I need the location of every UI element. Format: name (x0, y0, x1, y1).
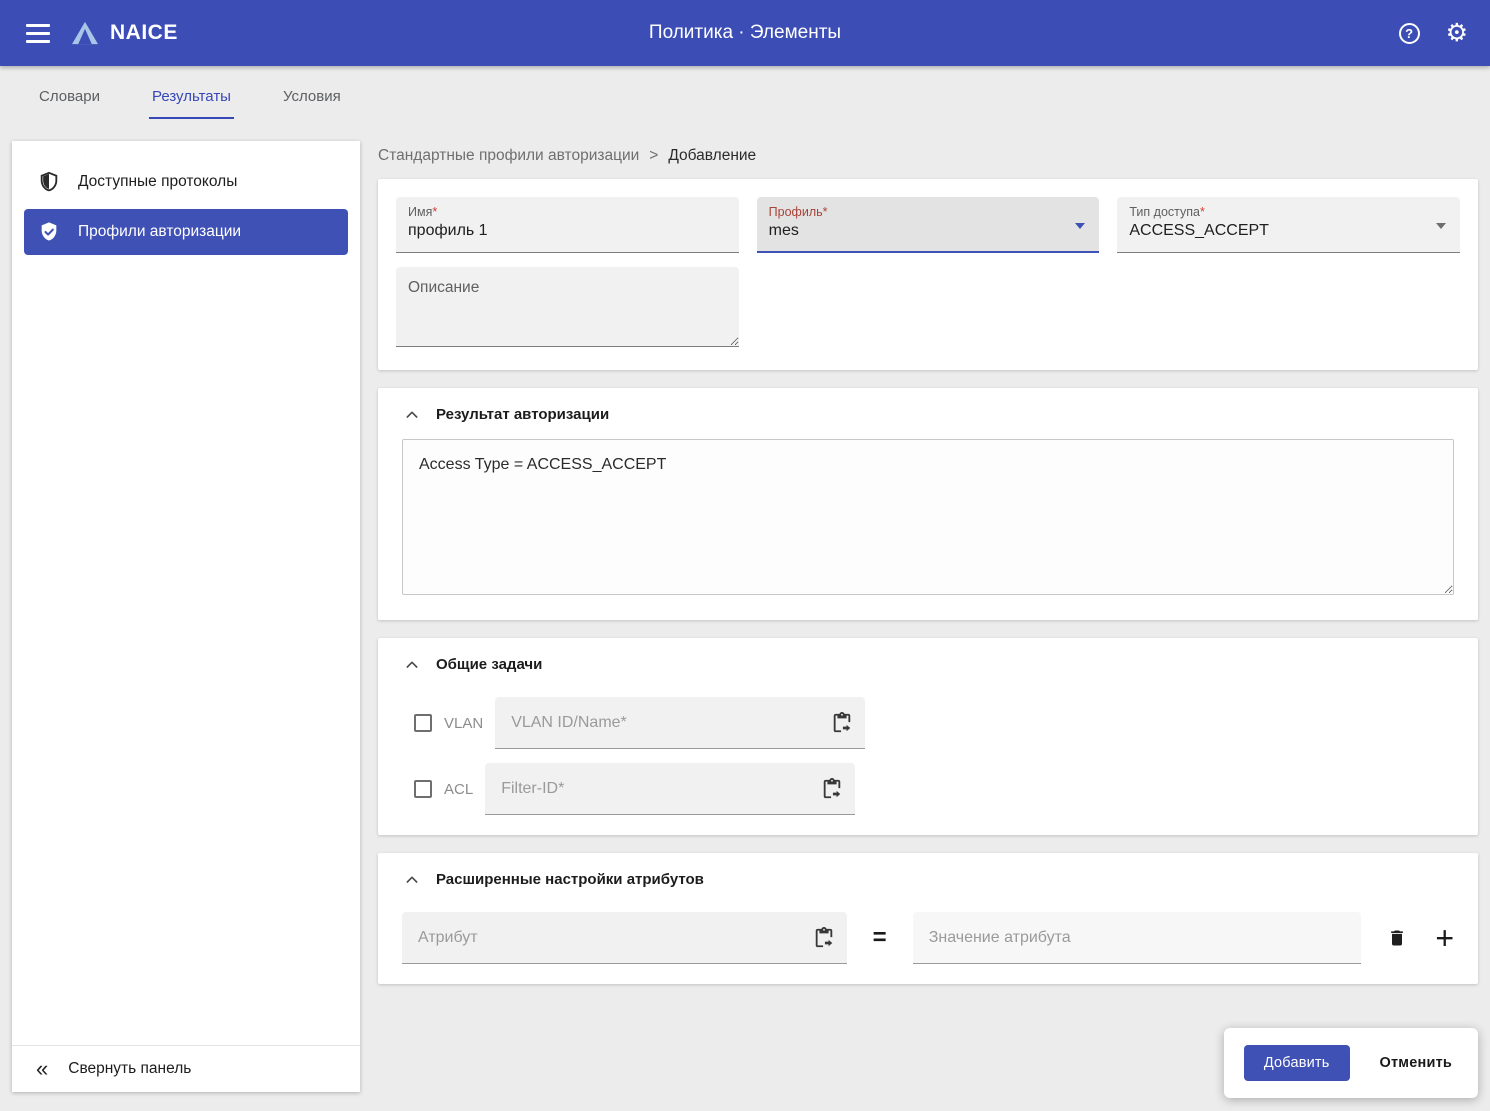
tab-dictionaries[interactable]: Словари (36, 76, 103, 119)
cancel-button[interactable]: Отменить (1374, 1054, 1458, 1072)
sidebar-item-label: Профили авторизации (78, 223, 242, 240)
sidebar-item-protocols[interactable]: Доступные протоколы (24, 159, 348, 205)
breadcrumb-parent-link[interactable]: Стандартные профили авторизации (378, 147, 639, 165)
attribute-input-wrap (402, 912, 847, 964)
profile-select-label: Профиль* (768, 205, 828, 219)
double-chevron-left-icon: « (36, 1056, 49, 1081)
collapse-section-button[interactable] (404, 657, 420, 673)
attribute-input[interactable] (416, 927, 805, 948)
vlan-input[interactable] (509, 712, 824, 733)
help-icon[interactable]: ? (1398, 22, 1420, 44)
collapse-panel-button[interactable]: « Свернуть панель (12, 1045, 360, 1092)
equals-sign: = (872, 924, 887, 951)
breadcrumb: Стандартные профили авторизации > Добавл… (378, 147, 1478, 165)
vlan-row: VLAN (402, 697, 1454, 749)
name-input[interactable] (408, 222, 727, 240)
sidebar-list: Доступные протоколы Профили авторизации (12, 141, 360, 273)
section-title: Общие задачи (436, 656, 543, 673)
profile-form-card: Имя* Профиль* mes Тип доступа* ACCESS_AC… (378, 179, 1478, 370)
advanced-attrs-card: Расширенные настройки атрибутов = + (378, 853, 1478, 984)
trash-icon (1391, 930, 1404, 946)
paste-icon[interactable] (813, 926, 835, 949)
page-title: Политика · Элементы (648, 22, 842, 43)
vlan-checkbox[interactable] (414, 714, 432, 732)
top-tabs: Словари Результаты Условия (0, 66, 344, 119)
paste-icon[interactable] (831, 711, 853, 734)
gear-icon[interactable]: ⚙ (1446, 20, 1468, 46)
name-field-label: Имя* (408, 205, 438, 219)
chevron-up-icon (406, 876, 418, 883)
acl-label: ACL (444, 780, 474, 798)
attribute-row: = + (402, 912, 1454, 964)
app-bar: NAICE Политика · Элементы ? ⚙ (0, 0, 1490, 66)
delete-row-button[interactable] (1387, 927, 1407, 949)
attribute-value-wrap (912, 912, 1362, 964)
sidebar-item-auth-profiles[interactable]: Профили авторизации (24, 209, 348, 255)
chevron-down-icon (1075, 223, 1086, 229)
main-content: Стандартные профили авторизации > Добавл… (378, 141, 1478, 1002)
access-type-label: Тип доступа* (1129, 205, 1205, 219)
sidebar-item-label: Доступные протоколы (78, 173, 238, 190)
acl-row: ACL (402, 763, 1454, 815)
collapse-section-button[interactable] (404, 407, 420, 423)
access-type-select[interactable]: Тип доступа* ACCESS_ACCEPT (1117, 197, 1461, 253)
shield-check-icon (41, 222, 57, 241)
add-row-button[interactable]: + (1435, 922, 1454, 954)
breadcrumb-separator: > (649, 147, 659, 164)
acl-checkbox[interactable] (414, 780, 432, 798)
brand: NAICE (70, 20, 178, 46)
paste-icon[interactable] (821, 777, 843, 800)
acl-input[interactable] (499, 778, 814, 799)
acl-input-wrap (485, 763, 856, 815)
shield-icon (40, 171, 58, 192)
profile-select[interactable]: Профиль* mes (756, 197, 1100, 253)
tab-results[interactable]: Результаты (148, 76, 234, 119)
access-type-value: ACCESS_ACCEPT (1129, 222, 1269, 239)
common-tasks-card: Общие задачи VLAN ACL (378, 638, 1478, 835)
auth-result-card: Результат авторизации Access Type = ACCE… (378, 388, 1478, 620)
collapse-section-button[interactable] (404, 872, 420, 888)
chevron-up-icon (406, 411, 418, 418)
appbar-actions: ? ⚙ (1398, 20, 1468, 46)
profile-select-value: mes (768, 222, 799, 239)
name-field[interactable]: Имя* (396, 197, 739, 253)
form-actions-card: Добавить Отменить (1223, 1028, 1478, 1098)
section-title: Результат авторизации (436, 406, 610, 423)
sidebar: Доступные протоколы Профили авторизации … (12, 141, 360, 1092)
vlan-input-wrap (495, 697, 866, 749)
hamburger-menu-icon[interactable] (26, 23, 50, 43)
tab-conditions[interactable]: Условия (280, 76, 344, 119)
attribute-value-input[interactable] (926, 927, 1350, 948)
description-textarea[interactable] (396, 267, 739, 347)
section-title: Расширенные настройки атрибутов (436, 871, 704, 888)
auth-result-textarea[interactable]: Access Type = ACCESS_ACCEPT (402, 439, 1454, 595)
collapse-panel-label: Свернуть панель (68, 1060, 192, 1077)
brand-name: NAICE (110, 21, 178, 44)
chevron-up-icon (406, 661, 418, 668)
naice-logo-icon (72, 21, 98, 45)
chevron-down-icon (1436, 223, 1447, 229)
vlan-label: VLAN (444, 714, 484, 732)
add-button[interactable]: Добавить (1243, 1045, 1350, 1081)
breadcrumb-current: Добавление (668, 147, 757, 164)
